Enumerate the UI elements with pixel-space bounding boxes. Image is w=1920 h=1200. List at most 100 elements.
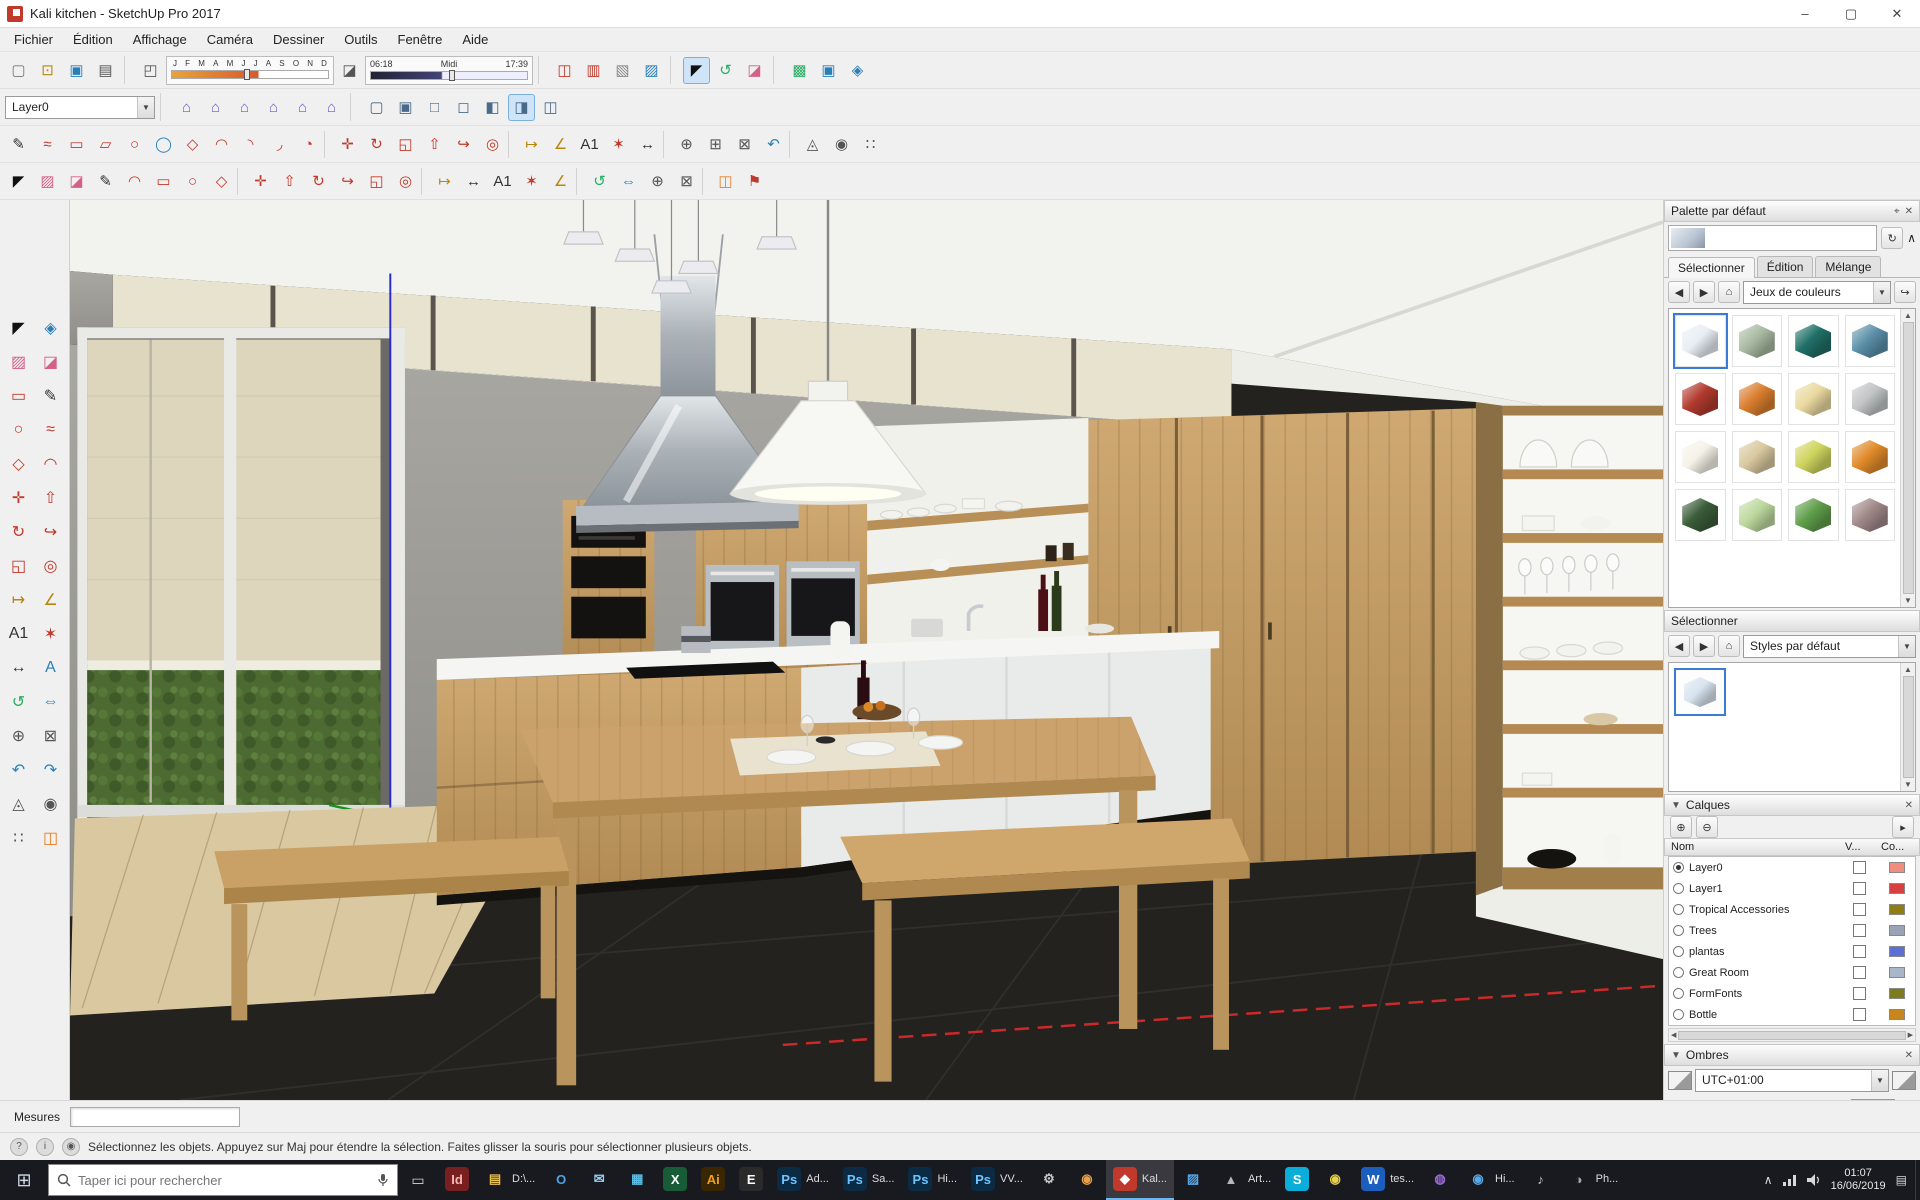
show-desktop-button[interactable] (1915, 1160, 1920, 1200)
layer-active-radio[interactable] (1673, 946, 1684, 957)
zoom-icon[interactable]: ⊕ (4, 720, 33, 751)
arc-icon[interactable]: ◠ (36, 448, 65, 479)
layer-active-radio[interactable] (1673, 862, 1684, 873)
taskbar-app-icon[interactable]: ▲ Art... (1212, 1160, 1278, 1200)
scale-icon[interactable]: ◱ (363, 168, 390, 195)
rectangle-icon[interactable]: ▭ (63, 131, 90, 158)
taskbar-app-icon[interactable]: ▨ (1174, 1160, 1212, 1200)
axes-icon[interactable]: ✶ (518, 168, 545, 195)
push-pull-icon[interactable]: ⇧ (421, 131, 448, 158)
line-t ool-icon[interactable]: ✎ (5, 131, 32, 158)
arc-icon[interactable]: ◠ (208, 131, 235, 158)
color-swatch[interactable] (1732, 315, 1783, 367)
paint-bucket-icon[interactable]: ▨ (4, 346, 33, 377)
taskbar-app-icon[interactable]: ◉ (1316, 1160, 1354, 1200)
layer-row[interactable]: Great Room (1669, 962, 1915, 983)
color-swatch[interactable] (1788, 489, 1839, 541)
rotate-icon[interactable]: ↻ (4, 516, 33, 547)
network-icon[interactable] (1783, 1174, 1797, 1186)
refresh-icon[interactable]: ↻ (1881, 227, 1903, 249)
sliding-door-window[interactable] (77, 327, 405, 819)
move-icon[interactable]: ✛ (247, 168, 274, 195)
component-browser-icon[interactable]: ◈ (844, 57, 871, 84)
tray-expand-icon[interactable]: ∧ (1764, 1173, 1773, 1187)
taskbar-app-icon[interactable]: Ps Hi... (901, 1160, 964, 1200)
divider[interactable] (237, 168, 245, 195)
layer-visible-checkbox[interactable] (1853, 1008, 1866, 1021)
divider[interactable] (789, 131, 797, 158)
shadow-dialog-icon[interactable] (1668, 1071, 1692, 1090)
colorset-dropdown[interactable]: Jeux de couleurs ▼ (1743, 281, 1891, 304)
back-edges-icon[interactable]: ▨ (638, 57, 665, 84)
dimension-icon[interactable]: ↔ (4, 652, 33, 683)
previous-view-icon[interactable]: ↶ (760, 131, 787, 158)
rectangle-icon[interactable]: ▭ (150, 168, 177, 195)
scale-icon[interactable]: ◱ (392, 131, 419, 158)
color-swatch[interactable] (1788, 315, 1839, 367)
section-fill-icon[interactable]: ▧ (609, 57, 636, 84)
position-camera-icon[interactable]: ◬ (799, 131, 826, 158)
viewport-3d-scene[interactable] (70, 200, 1663, 1100)
time-slider-thumb[interactable] (449, 70, 455, 81)
color-swatch[interactable] (1732, 431, 1783, 483)
shadow-date-slider[interactable]: JFMAMJJASOND (166, 56, 334, 85)
menu-item[interactable]: Fenêtre (388, 29, 453, 50)
taskbar-app-icon[interactable]: ♪ (1522, 1160, 1560, 1200)
color-swatch[interactable] (1732, 489, 1783, 541)
section-plane-icon[interactable]: ◫ (36, 822, 65, 853)
taskbar-clock[interactable]: 01:07 16/06/2019 (1831, 1167, 1886, 1193)
protractor-icon[interactable]: ∠ (36, 584, 65, 615)
two-point-arc-icon[interactable]: ◝ (237, 131, 264, 158)
previous-view-icon[interactable]: ↶ (4, 754, 33, 785)
freehand-icon[interactable]: ≈ (36, 414, 65, 445)
arc-icon[interactable]: ◠ (121, 168, 148, 195)
layer-visible-checkbox[interactable] (1853, 903, 1866, 916)
select-tool-icon[interactable]: ◤ (683, 57, 710, 84)
shadow-time-slider[interactable]: 06:18 Midi 17:39 (365, 56, 533, 85)
chevron-down-icon[interactable]: ▼ (1871, 1070, 1888, 1091)
look-around-icon[interactable]: ◉ (36, 788, 65, 819)
layer-color-swatch[interactable] (1889, 862, 1905, 873)
3d-text-icon[interactable]: A (36, 652, 65, 683)
text-icon[interactable]: A1 (4, 618, 33, 649)
action-center-icon[interactable]: ▤ (1896, 1173, 1907, 1187)
open-icon[interactable]: ⊡ (34, 57, 61, 84)
shelf-unit[interactable] (1476, 402, 1663, 895)
search-input[interactable] (78, 1173, 370, 1188)
pan-icon[interactable]: ⇔ (36, 686, 65, 717)
chevron-down-icon[interactable]: ▼ (1873, 282, 1890, 303)
rotated-rectangle-icon[interactable]: ▱ (92, 131, 119, 158)
shaded-style-icon[interactable]: ◧ (479, 94, 506, 121)
push-pull-icon[interactable]: ⇧ (36, 482, 65, 513)
date-slider-thumb[interactable] (244, 69, 250, 80)
taskbar-app-icon[interactable]: Ps VV... (964, 1160, 1030, 1200)
layer-row[interactable]: Trees (1669, 920, 1915, 941)
eraser-icon[interactable]: ◪ (741, 57, 768, 84)
dimension-icon[interactable]: ↔ (460, 168, 487, 195)
menu-item[interactable]: Outils (334, 29, 387, 50)
polygon-icon[interactable]: ◇ (4, 448, 33, 479)
shadow-toggle-icon[interactable] (1892, 1071, 1916, 1090)
collapse-icon[interactable]: ▼ (1671, 1050, 1681, 1061)
layer-color-swatch[interactable] (1889, 946, 1905, 957)
section-plane-icon[interactable]: ◫ (551, 57, 578, 84)
taskbar-app-icon[interactable]: X (656, 1160, 694, 1200)
follow-me-icon[interactable]: ↪ (36, 516, 65, 547)
divider[interactable] (702, 168, 710, 195)
tab-selectionner[interactable]: Sélectionner (1668, 257, 1755, 278)
layer-row[interactable]: Tropical Accessories (1669, 899, 1915, 920)
home-icon[interactable]: ⌂ (1718, 281, 1740, 303)
walk-icon[interactable]: ∷ (4, 822, 33, 853)
layer-color-swatch[interactable] (1889, 1009, 1905, 1020)
taskbar-app-icon[interactable]: ◆ Kal... (1106, 1160, 1174, 1200)
paint-bucket-icon[interactable]: ▨ (34, 168, 61, 195)
zoom-extents-icon[interactable]: ⊠ (673, 168, 700, 195)
layer-row[interactable]: plantas (1669, 941, 1915, 962)
color-swatch[interactable] (1675, 315, 1726, 367)
three-point-arc-icon[interactable]: ◞ (266, 131, 293, 158)
menu-item[interactable]: Fichier (4, 29, 63, 50)
close-icon[interactable]: ✕ (1905, 206, 1913, 217)
taskbar-app-icon[interactable]: E (732, 1160, 770, 1200)
start-button[interactable]: ⊞ (0, 1160, 48, 1200)
layer-active-radio[interactable] (1673, 1009, 1684, 1020)
